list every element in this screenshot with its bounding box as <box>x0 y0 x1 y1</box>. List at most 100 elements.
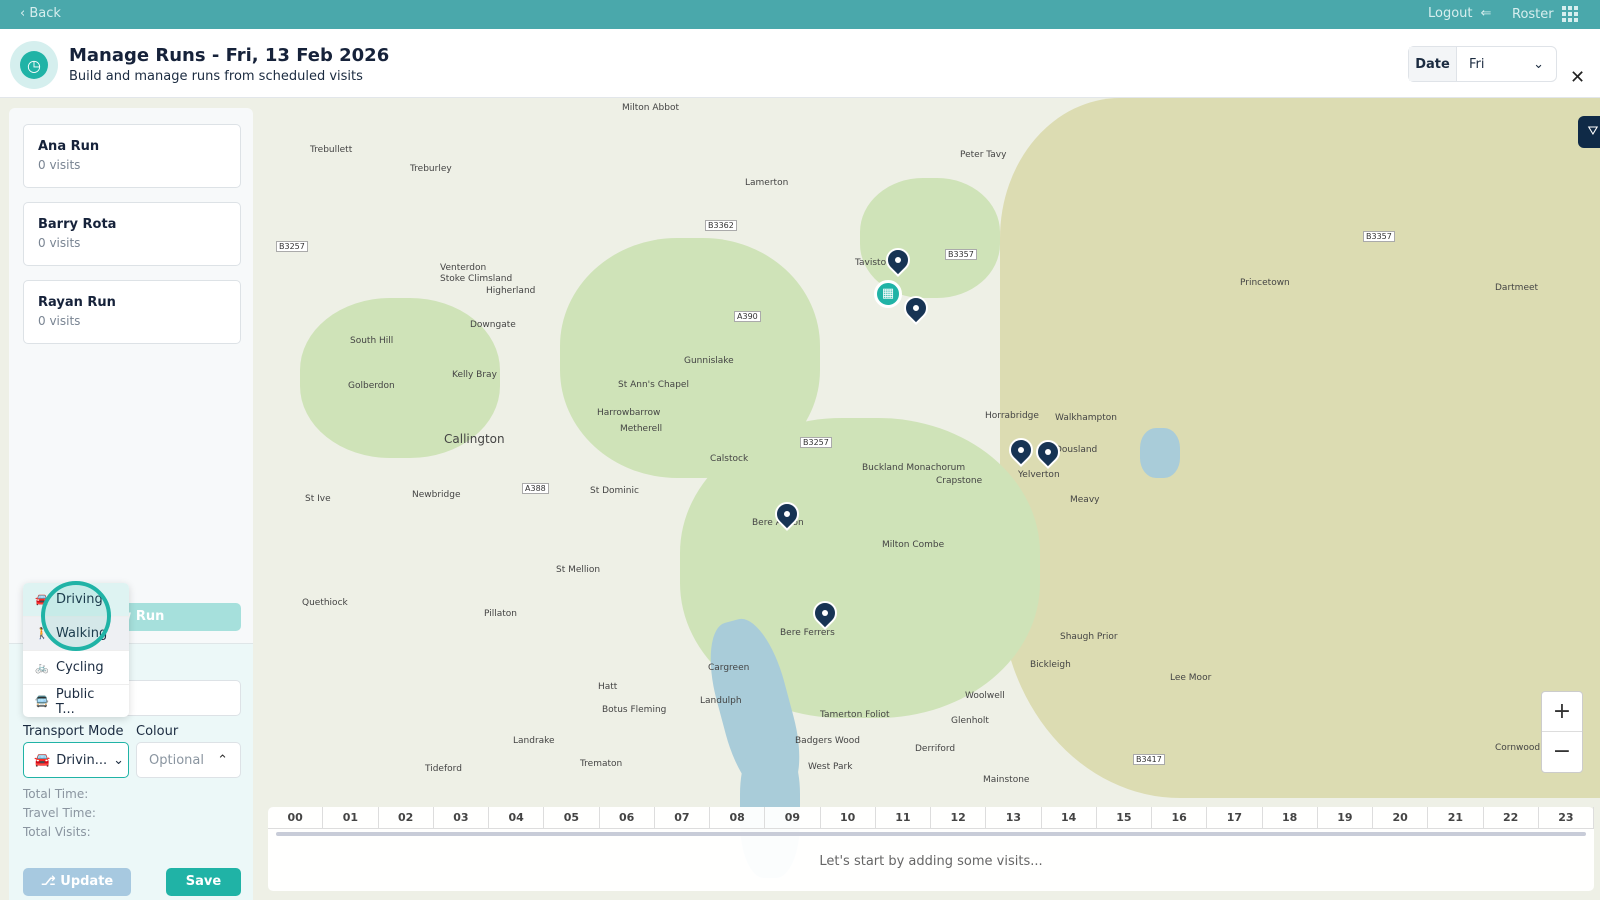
run-card[interactable]: Ana Run 0 visits <box>23 124 241 188</box>
run-name: Ana Run <box>38 139 100 154</box>
map-place-label: Horrabridge <box>985 411 1039 421</box>
map-place-label: Badgers Wood <box>795 736 860 746</box>
timeline-hours: 00 01 02 03 04 05 06 07 08 09 10 11 12 13 14 15 16 17 18 19… <box>268 807 1594 829</box>
timeline-scrollbar[interactable] <box>276 832 1586 836</box>
map-place-label: Bere Ferrers <box>780 628 835 638</box>
timeline-hour: 22 <box>1484 807 1539 828</box>
map-place-label: Trematon <box>580 759 623 769</box>
map-place-label: Derriford <box>915 744 956 754</box>
map-place-label: Harrowbarrow <box>597 408 661 418</box>
map-place-label: Cargreen <box>708 663 750 673</box>
map-place-label: Mainstone <box>983 775 1030 785</box>
timeline-hour: 08 <box>710 807 766 828</box>
zoom-in-button[interactable]: + <box>1542 692 1582 732</box>
map-place-label: Walkhampton <box>1055 413 1117 423</box>
option-cycling[interactable]: 🚲 Cycling <box>23 651 129 685</box>
map-place-label: Kelly Bray <box>452 370 497 380</box>
map-place-label: St Ive <box>305 494 331 504</box>
map-place-label: Yelverton <box>1018 470 1060 480</box>
timeline-hour: 15 <box>1097 807 1152 828</box>
map-place-label: St Dominic <box>590 486 639 496</box>
run-card[interactable]: Rayan Run 0 visits <box>23 280 241 344</box>
map-place-label: St Ann's Chapel <box>618 380 689 390</box>
zoom-out-button[interactable]: − <box>1542 732 1582 772</box>
map-place-label: Dartmeet <box>1495 283 1539 293</box>
map-place-label: Gunnislake <box>684 356 734 366</box>
map-place-label: Venterdon <box>440 263 487 273</box>
map-place-label: Callington <box>444 432 505 446</box>
back-label: Back <box>29 6 61 21</box>
run-visits: 0 visits <box>38 314 81 328</box>
timeline-hour: 12 <box>931 807 987 828</box>
road-label: B3357 <box>945 249 977 260</box>
logout-label: Logout <box>1428 6 1473 21</box>
run-visits: 0 visits <box>38 158 81 172</box>
map-place-label: Dousland <box>1055 445 1098 455</box>
map-place-label: West Park <box>808 762 853 772</box>
runs-panel: Ana Run 0 visits Barry Rota 0 visits Rayan… <box>9 108 253 917</box>
map-place-label: Peter Tavy <box>960 150 1007 160</box>
date-select[interactable]: Date Fri ⌄ <box>1408 46 1557 82</box>
colour-label: Colour <box>136 724 179 739</box>
transport-mode-select[interactable]: 🚘 Drivin... ⌄ <box>23 742 129 778</box>
back-link[interactable]: ‹ Back <box>20 6 61 21</box>
road-label: B3417 <box>1133 754 1165 765</box>
map-place-label: Newbridge <box>412 490 461 500</box>
run-name: Rayan Run <box>38 295 116 310</box>
road-label: B3362 <box>705 220 737 231</box>
map-place-label: Hatt <box>598 682 618 692</box>
map-place-label: St Mellion <box>556 565 601 575</box>
chevron-up-icon: ⌃ <box>217 752 228 768</box>
option-label: Cycling <box>56 660 104 675</box>
map-place-label: Golberdon <box>348 381 395 391</box>
map-place-label: Meavy <box>1070 495 1100 505</box>
map-place-label: Landrake <box>513 736 555 746</box>
map-place-label: Treburley <box>410 164 452 174</box>
zoom-control: + − <box>1541 691 1583 773</box>
timeline-hour: 19 <box>1318 807 1373 828</box>
travel-time: Travel Time: <box>23 806 96 820</box>
close-icon[interactable]: ✕ <box>1570 67 1585 88</box>
road-label: A390 <box>734 311 761 322</box>
run-name: Barry Rota <box>38 217 117 232</box>
map-place-label: Shaugh Prior <box>1060 632 1118 642</box>
update-route-button[interactable]: ⎇ Update Route <box>23 868 131 917</box>
map-place-label: Tideford <box>425 764 462 774</box>
timeline-hour: 05 <box>544 807 600 828</box>
timeline-empty-message: Let's start by adding some visits... <box>819 854 1043 869</box>
map-place-label: Landulph <box>700 696 742 706</box>
map-place-label: Stoke Climsland <box>440 274 513 284</box>
map-place-label: Higherland <box>486 286 536 296</box>
date-value: Fri <box>1469 56 1485 72</box>
bicycle-icon: 🚲 <box>35 661 49 674</box>
map-place-label: Bickleigh <box>1030 660 1071 670</box>
map-place-label: South Hill <box>350 336 394 346</box>
building-icon[interactable]: ▦ <box>874 280 902 308</box>
map-place-label: Glenholt <box>951 716 989 726</box>
car-icon: 🚘 <box>34 752 51 768</box>
map-place-label: Lee Moor <box>1170 673 1212 683</box>
option-public-transport[interactable]: 🚍 Public T... <box>23 685 129 717</box>
map-place-label: Metherell <box>620 424 663 434</box>
timeline-hour: 13 <box>986 807 1042 828</box>
run-card[interactable]: Barry Rota 0 visits <box>23 202 241 266</box>
road-label: A388 <box>522 483 549 494</box>
chevron-down-icon: ⌄ <box>1533 56 1544 72</box>
map-place-label: Pillaton <box>484 609 517 619</box>
roster-button[interactable]: Roster <box>1512 6 1578 22</box>
colour-select[interactable]: Optional ⌃ <box>136 742 241 778</box>
timeline-hour: 10 <box>821 807 876 828</box>
map-place-label: Lamerton <box>745 178 789 188</box>
transport-value: Drivin... <box>56 752 108 768</box>
timeline-hour: 03 <box>434 807 489 828</box>
map-place-label: Princetown <box>1240 278 1290 288</box>
run-visits: 0 visits <box>38 236 81 250</box>
chevron-down-icon: ⌄ <box>113 752 125 768</box>
page-subtitle: Build and manage runs from scheduled vis… <box>69 69 363 84</box>
timeline-hour: 20 <box>1373 807 1429 828</box>
filter-icon[interactable]: ⛛ <box>1578 116 1600 148</box>
bus-icon: 🚍 <box>35 695 49 708</box>
timeline-hour: 02 <box>379 807 434 828</box>
save-button[interactable]: Save <box>166 868 241 896</box>
logout-button[interactable]: Logout ⇐ <box>1428 6 1491 21</box>
